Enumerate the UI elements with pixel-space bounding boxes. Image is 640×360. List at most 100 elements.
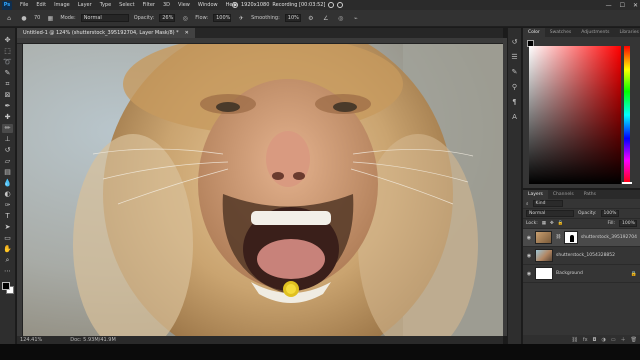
home-icon[interactable]: ⌂	[4, 14, 14, 23]
gradient-icon[interactable]: ▤	[2, 168, 13, 177]
brush-settings-icon[interactable]: ▦	[45, 14, 55, 23]
lock-all-icon[interactable]: 🔒	[558, 221, 564, 226]
lock-position-icon[interactable]: ✥	[550, 221, 554, 226]
group-icon[interactable]: ▭	[611, 337, 616, 343]
link-icon[interactable]: ⛓	[571, 337, 577, 343]
menu-edit[interactable]: Edit	[32, 0, 50, 10]
brush-size[interactable]: 70	[34, 15, 40, 21]
path-select-icon[interactable]: ➤	[2, 223, 13, 232]
record-stop-icon[interactable]	[232, 2, 238, 8]
layer-thumbnail[interactable]	[535, 249, 553, 262]
foreground-color-swatch[interactable]	[1, 282, 10, 290]
more-icon[interactable]: ⋯	[2, 267, 13, 276]
hue-slider-handle[interactable]	[622, 182, 632, 184]
menu-view[interactable]: View	[174, 0, 194, 10]
layer-thumbnail[interactable]	[534, 231, 553, 244]
tab-color[interactable]: Color	[523, 28, 545, 37]
stamp-icon[interactable]: ⊥	[2, 135, 13, 144]
adjust-icon[interactable]: ⚲	[509, 83, 520, 92]
marquee-icon[interactable]: ⬚	[2, 47, 13, 56]
frame-icon[interactable]: ⊠	[2, 91, 13, 100]
paragraph-icon[interactable]: ¶	[509, 98, 520, 107]
pen-icon[interactable]: ✑	[2, 201, 13, 210]
document-canvas[interactable]	[23, 44, 503, 336]
smoothing-options-icon[interactable]: ⚙	[306, 14, 316, 23]
pressure-opacity-icon[interactable]: ◎	[180, 14, 190, 23]
tab-adjustments[interactable]: Adjustments	[576, 28, 614, 37]
document-info[interactable]: Doc: 5.93M/41.9M	[70, 337, 116, 343]
tab-layers[interactable]: Layers	[523, 190, 548, 199]
blur-icon[interactable]: 💧	[2, 179, 13, 188]
smoothing-field[interactable]: 10%	[284, 14, 301, 22]
menu-filter[interactable]: Filter	[139, 0, 159, 10]
fx-icon[interactable]: fx	[583, 337, 588, 343]
menu-select[interactable]: Select	[115, 0, 138, 10]
opacity-field[interactable]: 26%	[159, 14, 176, 22]
menu-image[interactable]: Image	[50, 0, 74, 10]
zoom-level[interactable]: 124.41%	[20, 337, 42, 343]
document-tab[interactable]: Untitled-1 @ 124% (shutterstock_39519270…	[17, 28, 195, 38]
eyedropper-icon[interactable]: ✒	[2, 102, 13, 111]
menu-file[interactable]: File	[16, 0, 32, 10]
tab-swatches[interactable]: Swatches	[545, 28, 577, 37]
close-tab-icon[interactable]: ✕	[185, 28, 189, 38]
color-swatches[interactable]	[1, 282, 14, 294]
dodge-icon[interactable]: ◐	[2, 190, 13, 199]
eraser-icon[interactable]: ▱	[2, 157, 13, 166]
layer-row[interactable]: ◉ ⛓ shutterstock_395192704	[523, 229, 640, 247]
record-settings-icon[interactable]	[337, 2, 344, 8]
lock-pixels-icon[interactable]: ▦	[542, 221, 546, 226]
mask-link-icon[interactable]: ⛓	[555, 235, 561, 240]
hue-slider[interactable]	[624, 46, 630, 184]
crop-icon[interactable]: ⌗	[2, 80, 13, 89]
brush-icon[interactable]: ✏	[2, 124, 13, 133]
healing-icon[interactable]: ✚	[2, 113, 13, 122]
layer-name[interactable]: shutterstock_395192704	[581, 235, 637, 240]
zoom-icon[interactable]: ⌕	[2, 256, 13, 265]
tab-paths[interactable]: Paths	[579, 190, 601, 199]
record-pause-icon[interactable]	[328, 2, 335, 8]
photoshop-logo[interactable]: Ps	[2, 0, 12, 10]
layer-row[interactable]: ◉ Background 🔒	[523, 265, 640, 283]
maximize-icon[interactable]: ☐	[620, 2, 625, 9]
shape-icon[interactable]: ▭	[2, 234, 13, 243]
blend-mode-select[interactable]: Normal	[526, 210, 574, 217]
move-icon[interactable]: ✥	[2, 36, 13, 45]
symmetry-icon[interactable]: ⌁	[351, 14, 361, 23]
angle-icon[interactable]: ∠	[321, 14, 331, 23]
menu-window[interactable]: Window	[194, 0, 222, 10]
history-icon[interactable]: ↺	[509, 38, 520, 47]
tab-libraries[interactable]: Libraries	[614, 28, 640, 37]
layer-lock-icon[interactable]: 🔒	[631, 271, 637, 277]
visibility-eye-icon[interactable]: ◉	[526, 253, 532, 259]
layer-opacity-field[interactable]: 100%	[600, 210, 619, 217]
history-brush-icon[interactable]: ↺	[2, 146, 13, 155]
hand-icon[interactable]: ✋	[2, 245, 13, 254]
brush-settings-panel-icon[interactable]: ✎	[509, 68, 520, 77]
visibility-eye-icon[interactable]: ◉	[526, 235, 532, 241]
color-picker-field[interactable]	[529, 46, 621, 184]
airbrush-icon[interactable]: ✈	[236, 14, 246, 23]
menu-layer[interactable]: Layer	[74, 0, 96, 10]
layer-mask-thumbnail[interactable]	[564, 231, 578, 244]
fill-field[interactable]: 100%	[619, 220, 637, 227]
menu-3d[interactable]: 3D	[159, 0, 174, 10]
lasso-icon[interactable]: ➰	[2, 58, 13, 67]
mask-icon[interactable]: ◘	[593, 337, 597, 343]
layer-name[interactable]: shutterstock_1054328852	[556, 253, 615, 258]
pressure-size-icon[interactable]: ◎	[336, 14, 346, 23]
type-icon[interactable]: T	[2, 212, 13, 221]
properties-icon[interactable]: ☰	[509, 53, 520, 62]
minimize-icon[interactable]: —	[606, 2, 612, 9]
canvas-area[interactable]	[17, 38, 503, 336]
mode-select[interactable]: Normal	[80, 14, 129, 22]
tab-channels[interactable]: Channels	[548, 190, 579, 199]
trash-icon[interactable]: 🗑	[631, 337, 637, 343]
layer-row[interactable]: ◉ shutterstock_1054328852	[523, 247, 640, 265]
quick-select-icon[interactable]: ✎	[2, 69, 13, 78]
layer-name[interactable]: Background	[556, 271, 583, 276]
brush-preset-icon[interactable]: ●	[19, 14, 29, 23]
layer-filter-kind[interactable]: Kind	[532, 200, 563, 207]
layer-thumbnail[interactable]	[535, 267, 553, 280]
menu-type[interactable]: Type	[96, 0, 115, 10]
